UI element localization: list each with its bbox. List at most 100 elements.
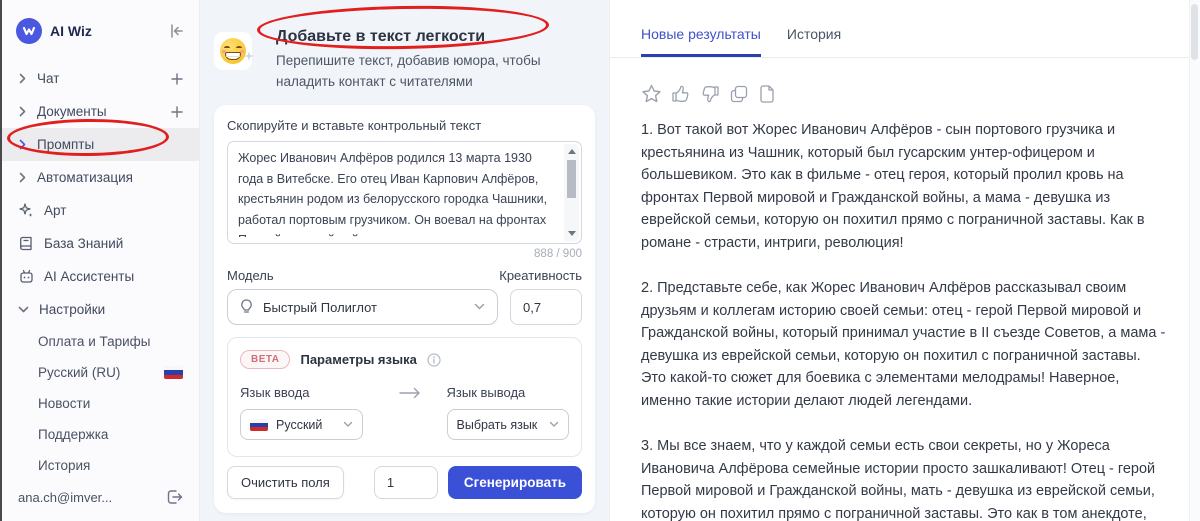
prompt-header: Добавьте в текст легкости Перепишите тек… xyxy=(214,0,595,92)
model-value: Быстрый Полиглот xyxy=(263,299,377,315)
sidebar-item-label: AI Ассистенты xyxy=(44,269,135,284)
control-text-label: Скопируйте и вставьте контрольный текст xyxy=(227,118,482,133)
sidebar-header: AI Wiz xyxy=(2,0,199,54)
document-icon[interactable] xyxy=(758,84,776,104)
app-logo xyxy=(16,18,42,44)
prompt-title: Добавьте в текст легкости xyxy=(276,28,486,45)
sidebar-item-label: База Знаний xyxy=(44,236,124,251)
chevron-right-icon xyxy=(18,172,27,183)
chevron-right-icon xyxy=(18,106,27,117)
sidebar-item-chat[interactable]: Чат xyxy=(2,62,199,95)
russian-flag-icon xyxy=(164,366,183,379)
book-icon xyxy=(18,236,34,251)
sidebar-item-label: Русский (RU) xyxy=(38,365,121,380)
logout-icon[interactable] xyxy=(166,489,183,505)
prompt-description: Перепишите текст, добавив юмора, чтобы н… xyxy=(276,53,541,89)
chevron-down-icon xyxy=(549,421,559,428)
copy-icon[interactable] xyxy=(729,84,749,104)
account-email: ana.ch@imver... xyxy=(18,489,113,505)
model-label: Модель xyxy=(227,268,274,283)
sidebar-item-art[interactable]: Арт xyxy=(2,194,199,227)
lightbulb-icon xyxy=(240,299,253,315)
chevron-down-icon xyxy=(18,305,29,314)
info-icon[interactable] xyxy=(427,352,441,367)
app-title: AI Wiz xyxy=(50,23,92,39)
sidebar-item-label: Оплата и Тарифы xyxy=(38,334,151,349)
sidebar-item-documents[interactable]: Документы xyxy=(2,95,199,128)
results-tabbar: Новые результаты История xyxy=(610,0,1200,58)
prompt-emoji-icon xyxy=(214,32,254,70)
star-icon[interactable] xyxy=(641,84,662,104)
sidebar-item-label: Документы xyxy=(37,104,107,119)
control-text-value: Жорес Иванович Алфёров родился 13 марта … xyxy=(238,151,548,237)
scroll-down-icon[interactable] xyxy=(567,231,576,236)
sidebar-item-label: Автоматизация xyxy=(37,170,133,185)
chevron-right-icon xyxy=(18,73,27,84)
scroll-up-icon[interactable] xyxy=(567,149,576,154)
add-document-icon[interactable] xyxy=(171,105,183,118)
control-text-input[interactable]: Жорес Иванович Алфёров родился 13 марта … xyxy=(227,141,582,244)
results-panel: Новые результаты История 1. Вот такой во… xyxy=(609,0,1200,521)
clear-fields-button[interactable]: Очистить поля xyxy=(227,466,344,499)
results-scrollbar[interactable] xyxy=(1189,0,1200,521)
sparkle-icon xyxy=(244,48,254,66)
chevron-down-icon xyxy=(474,303,485,311)
tab-history[interactable]: История xyxy=(787,26,841,57)
sidebar-item-support[interactable]: Поддержка xyxy=(2,419,199,450)
scrollbar-thumb[interactable] xyxy=(1191,4,1198,60)
char-counter: 888 / 900 xyxy=(534,248,582,260)
input-language-value: Русский xyxy=(276,417,323,432)
tab-new-results[interactable]: Новые результаты xyxy=(641,26,761,57)
sidebar-nav: Чат Документы Промпты Автоматизация Арт … xyxy=(2,54,199,483)
scrollbar-thumb[interactable] xyxy=(567,160,576,198)
thumbs-down-icon[interactable] xyxy=(700,84,720,104)
sidebar-item-billing[interactable]: Оплата и Тарифы xyxy=(2,326,199,357)
robot-icon xyxy=(18,269,34,284)
sidebar-item-label: Промпты xyxy=(37,137,95,152)
add-chat-icon[interactable] xyxy=(171,72,183,85)
sparkles-icon xyxy=(18,203,34,218)
sidebar-item-label: Новости xyxy=(38,396,91,411)
result-paragraph-3: 3. Мы все знаем, что у каждой семьи есть… xyxy=(641,438,1156,521)
sidebar-item-label: Поддержка xyxy=(38,427,109,442)
russian-flag-icon xyxy=(250,418,268,431)
sidebar-item-ai-assistants[interactable]: AI Ассистенты xyxy=(2,260,199,293)
beta-badge: BETA xyxy=(240,350,291,369)
prompt-panel: Добавьте в текст легкости Перепишите тек… xyxy=(200,0,609,521)
sidebar-item-prompts[interactable]: Промпты xyxy=(2,128,199,161)
language-params-title: Параметры языка xyxy=(300,352,417,367)
sidebar-item-language[interactable]: Русский (RU) xyxy=(2,357,199,388)
language-params-card: BETA Параметры языка Язык ввода Русский … xyxy=(227,337,582,457)
sidebar-item-knowledge-base[interactable]: База Знаний xyxy=(2,227,199,260)
arrow-right-icon xyxy=(398,387,421,399)
sidebar-item-settings[interactable]: Настройки xyxy=(2,293,199,326)
textarea-scrollbar[interactable] xyxy=(564,144,579,241)
input-language-select[interactable]: Русский xyxy=(240,409,363,440)
creativity-input[interactable] xyxy=(510,289,582,325)
sidebar: AI Wiz Чат Документы Промпты Автоматизац… xyxy=(2,0,200,521)
result-paragraph-2: 2. Представьте себе, как Жорес Иванович … xyxy=(641,280,1166,409)
sidebar-item-label: Чат xyxy=(37,71,60,86)
output-language-select[interactable]: Выбрать язык xyxy=(446,409,569,440)
account-row: ana.ch@imver... xyxy=(2,483,199,521)
result-actions xyxy=(641,84,1166,104)
sidebar-item-automation[interactable]: Автоматизация xyxy=(2,161,199,194)
model-select[interactable]: Быстрый Полиглот xyxy=(227,289,498,325)
sidebar-item-label: История xyxy=(38,458,91,473)
generation-count-input[interactable] xyxy=(373,466,438,499)
sidebar-item-history[interactable]: История xyxy=(2,450,199,481)
chevron-down-icon xyxy=(343,421,353,428)
sidebar-item-news[interactable]: Новости xyxy=(2,388,199,419)
sidebar-item-label: Арт xyxy=(44,203,67,218)
results-content: 1. Вот такой вот Жорес Иванович Алфёров … xyxy=(610,58,1200,521)
result-paragraph-1: 1. Вот такой вот Жорес Иванович Алфёров … xyxy=(641,122,1145,251)
creativity-label: Креативность xyxy=(499,268,582,283)
generate-button[interactable]: Сгенерировать xyxy=(447,466,582,499)
prompt-form-card: Скопируйте и вставьте контрольный текст … xyxy=(214,105,595,513)
sidebar-collapse-icon[interactable] xyxy=(169,24,185,38)
chevron-right-icon xyxy=(18,139,27,150)
output-language-label: Язык вывода xyxy=(446,385,526,400)
sidebar-item-label: Настройки xyxy=(39,302,106,317)
input-language-label: Язык ввода xyxy=(240,385,310,400)
thumbs-up-icon[interactable] xyxy=(671,84,691,104)
